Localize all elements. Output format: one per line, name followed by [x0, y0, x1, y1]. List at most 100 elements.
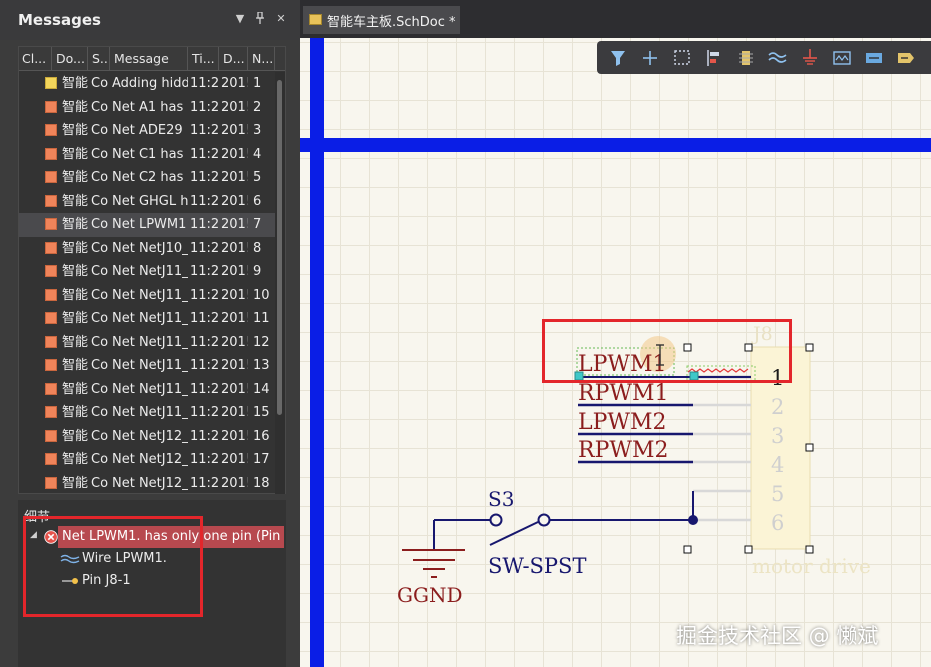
column-date[interactable]: D... — [220, 47, 248, 71]
message-time: 11:2 — [190, 428, 219, 444]
switch-designator[interactable]: S3 — [488, 487, 514, 511]
message-row[interactable]: 智能CoNet LPWM111:2201! 7 — [19, 213, 275, 237]
column-message[interactable]: Message — [111, 47, 188, 71]
scrollbar-thumb[interactable] — [277, 80, 282, 415]
message-number: 12 — [253, 334, 270, 350]
message-row[interactable]: 智能CoNet NetJ11_11:2201! 13 — [19, 354, 275, 378]
message-source: Co — [91, 193, 109, 209]
message-document: 智能 — [62, 405, 89, 420]
message-row[interactable]: 智能CoNet NetJ10_11:2201! 8 — [19, 237, 275, 261]
message-source: Co — [91, 381, 109, 397]
message-document: 智能 — [62, 123, 89, 138]
switch-comment[interactable]: SW-SPST — [488, 554, 586, 578]
message-text: Net NetJ11_ — [112, 311, 188, 326]
selection-handle[interactable] — [744, 545, 753, 554]
message-row[interactable]: 智能CoNet A1 has 11:2201! 2 — [19, 96, 275, 120]
column-document[interactable]: Do... — [53, 47, 88, 71]
column-class[interactable]: Cl... — [19, 47, 52, 71]
message-text: Net NetJ12_ — [112, 428, 188, 444]
add-button[interactable] — [637, 46, 663, 70]
message-date: 201! — [221, 475, 248, 491]
column-number[interactable]: N... — [249, 47, 275, 71]
message-document: 智能 — [62, 76, 89, 91]
message-number: 14 — [253, 381, 270, 397]
panel-menu-dropdown-icon[interactable]: ▼ — [233, 12, 247, 26]
align-button[interactable] — [701, 46, 727, 70]
error-icon — [45, 335, 57, 348]
message-row[interactable]: 智能CoNet GHGL h11:2201! 6 — [19, 190, 275, 214]
message-text: Net NetJ12_ — [112, 452, 188, 467]
message-time: 11:2 — [190, 334, 219, 350]
component-button[interactable] — [733, 46, 759, 70]
message-row[interactable]: 智能CoNet NetJ12_11:2201! 16 — [19, 425, 275, 449]
harness-button[interactable] — [861, 46, 887, 70]
message-date: 201! — [221, 358, 248, 373]
message-row[interactable]: 智能CoNet NetJ11_11:2201! 11 — [19, 307, 275, 331]
select-rect-button[interactable] — [669, 46, 695, 70]
power-port-button[interactable] — [797, 46, 823, 70]
pin-panel-icon[interactable] — [253, 11, 267, 26]
filter-button[interactable] — [605, 46, 631, 70]
message-text: Net ADE29 — [112, 123, 183, 138]
error-icon — [45, 382, 57, 395]
error-icon — [45, 429, 57, 442]
message-row[interactable]: 智能CoNet NetJ11_11:2201! 14 — [19, 378, 275, 402]
selection-handle[interactable] — [805, 343, 814, 352]
message-time: 11:2 — [190, 287, 219, 303]
messages-scrollbar[interactable] — [275, 72, 285, 494]
message-source: Co — [91, 170, 109, 185]
schematic-canvas[interactable]: J8 1 2 3 4 5 6 LPWM1 RPWM1 LPWM2 RPWM2 S… — [300, 38, 931, 667]
message-row[interactable]: 智能CoNet C2 has 11:2201! 5 — [19, 166, 275, 190]
close-panel-icon[interactable]: ✕ — [274, 12, 288, 26]
message-time: 11:2 — [190, 217, 219, 232]
selection-handle[interactable] — [805, 545, 814, 554]
column-source[interactable]: S... — [89, 47, 110, 71]
message-text: Net NetJ11_ — [112, 287, 188, 303]
ground-net-label[interactable]: GGND — [397, 583, 463, 607]
wire-button[interactable] — [765, 46, 791, 70]
message-text: Net C1 has — [112, 146, 184, 162]
net-label-button[interactable] — [893, 46, 919, 70]
message-date: 201! — [221, 381, 248, 397]
message-text: Net NetJ11_ — [112, 264, 188, 279]
message-number: 9 — [253, 264, 262, 279]
junction-dot — [688, 515, 698, 525]
message-date: 201! — [221, 287, 248, 303]
message-row[interactable]: 智能CoNet ADE29 11:2201! 3 — [19, 119, 275, 143]
message-document: 智能 — [62, 170, 89, 185]
error-icon — [45, 359, 57, 371]
message-document: 智能 — [62, 311, 89, 326]
message-row[interactable]: 智能CoNet NetJ11_11:2201! 15 — [19, 401, 275, 425]
message-row[interactable]: 智能CoAdding hidd11:2201! 1 — [19, 72, 275, 96]
message-document: 智能 — [62, 264, 89, 279]
message-date: 201! — [221, 99, 248, 115]
message-row[interactable]: 智能CoNet NetJ12_11:2201! 18 — [19, 472, 275, 495]
error-icon — [45, 171, 57, 183]
column-time[interactable]: Ti... — [189, 47, 219, 71]
selection-handle[interactable] — [805, 443, 814, 452]
net-label-rpwm2[interactable]: RPWM2 — [578, 438, 669, 463]
message-source: Co — [91, 146, 109, 162]
bus-button[interactable] — [829, 46, 855, 70]
message-time: 11:2 — [190, 475, 219, 491]
selection-handle[interactable] — [683, 545, 692, 554]
message-date: 201! — [221, 405, 248, 420]
message-row[interactable]: 智能CoNet NetJ11_11:2201! 9 — [19, 260, 275, 284]
message-source: Co — [91, 475, 109, 491]
message-row[interactable]: 智能CoNet NetJ11_11:2201! 12 — [19, 331, 275, 355]
message-date: 201! — [221, 240, 248, 256]
message-row[interactable]: 智能CoNet NetJ11_11:2201! 10 — [19, 284, 275, 308]
document-tab-bar: 智能车主板.SchDoc * — [300, 0, 931, 38]
message-date: 201! — [221, 123, 248, 138]
message-number: 2 — [253, 99, 262, 115]
message-document: 智能 — [62, 475, 89, 491]
error-icon — [45, 100, 57, 113]
document-tab[interactable]: 智能车主板.SchDoc * — [303, 6, 460, 34]
net-label-rpwm1[interactable]: RPWM1 — [578, 381, 669, 406]
message-number: 15 — [253, 405, 270, 420]
message-row[interactable]: 智能CoNet C1 has 11:2201! 4 — [19, 143, 275, 167]
sheet-border-vertical — [310, 38, 324, 667]
bus-icon — [833, 51, 851, 65]
net-label-lpwm2[interactable]: LPWM2 — [578, 410, 667, 435]
message-row[interactable]: 智能CoNet NetJ12_11:2201! 17 — [19, 448, 275, 472]
